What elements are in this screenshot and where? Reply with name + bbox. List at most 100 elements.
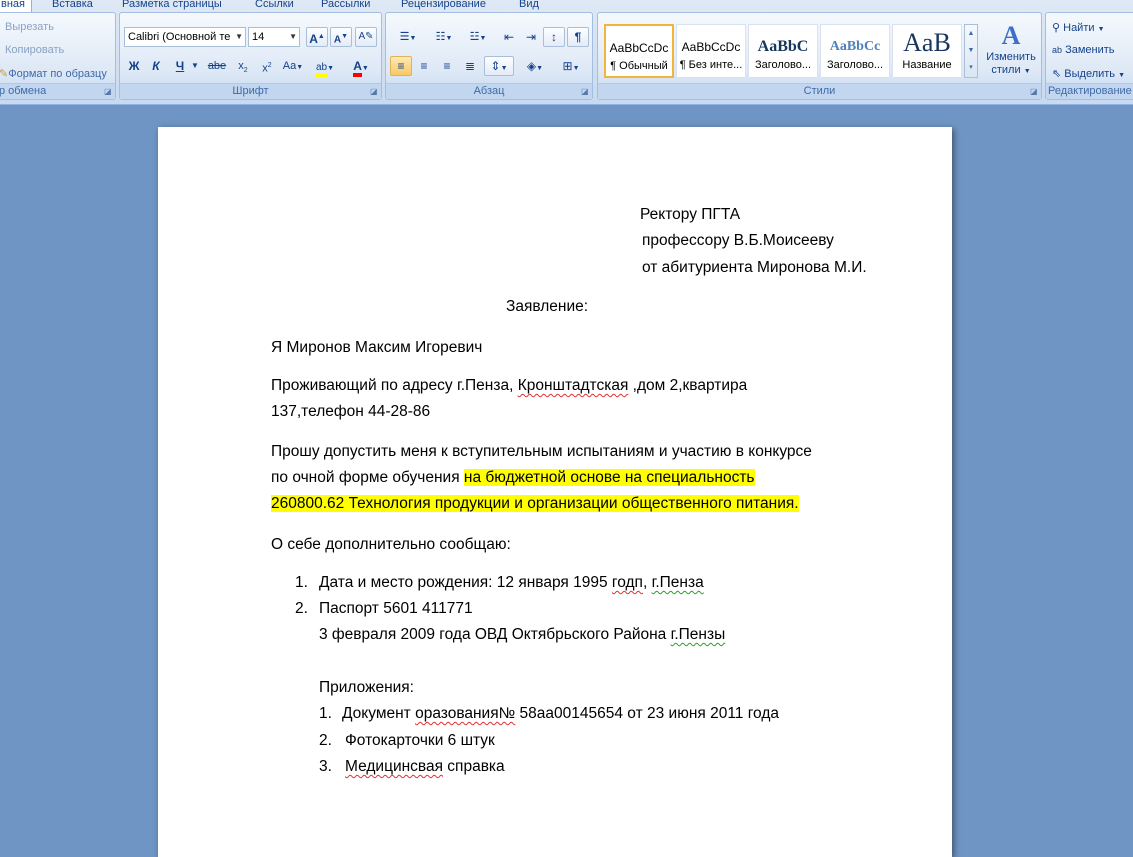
change-styles-button[interactable]: A Изменить стили ▼ [982,21,1040,83]
styles-group-label: Стили [598,83,1041,99]
superscript-button[interactable]: x2 [256,56,278,76]
tab-view[interactable]: Вид [519,0,539,12]
sender-line: от абитуриента Миронова М.И. [642,259,867,276]
cut-button[interactable]: Вырезать [5,21,54,33]
list-text: справка [443,758,505,775]
bold-button[interactable]: Ж [124,56,144,76]
format-painter-icon: ✎ [0,68,9,80]
editing-group-label: Редактирование [1046,83,1133,99]
list-number: 2. [319,732,332,749]
font-size-value: 14 [252,31,265,43]
style-heading-2[interactable]: AaBbCc Заголово... [820,24,890,78]
attachments-title: Приложения: [319,679,414,696]
replace-button[interactable]: ab Заменить [1052,44,1115,56]
about-line: О себе дополнительно сообщаю: [271,536,511,553]
pilcrow-icon[interactable]: ¶ [567,27,589,47]
font-color-button[interactable]: A▼ [346,56,376,77]
change-case-button[interactable]: Aa▼ [280,56,306,76]
tab-mailings[interactable]: Рассылки [321,0,370,12]
justify-icon[interactable]: ≣ [459,56,481,76]
dialog-launcher-icon[interactable]: ◪ [581,88,589,96]
tab-review[interactable]: Рецензирование [401,0,486,12]
strikethrough-button[interactable]: abe [204,56,230,76]
multilevel-list-icon[interactable]: ☳▼ [462,27,494,47]
chevron-down-icon[interactable]: ▼ [190,56,200,76]
format-painter-button[interactable]: ✎Формат по образцу [0,67,107,80]
borders-icon[interactable]: ⊞▼ [554,56,588,76]
shrink-font-button[interactable]: A▼ [330,27,352,47]
grow-font-button[interactable]: A▲ [306,27,328,47]
document-page[interactable]: Ректору ПГТА профессору В.Б.Моисееву от … [158,127,952,857]
dialog-launcher-icon[interactable]: ◪ [104,88,112,96]
increase-indent-icon[interactable]: ⇥ [520,27,542,47]
change-styles-label-2: стили [991,64,1021,76]
tab-insert[interactable]: Вставка [52,0,93,12]
font-size-select[interactable]: 14 ▼ [248,27,300,47]
bullets-icon[interactable]: ☰▼ [390,27,426,47]
tab-home[interactable]: вная [0,0,32,12]
align-right-icon[interactable]: ≡ [436,56,458,76]
font-name-select[interactable]: Calibri (Основной те ▼ [124,27,246,47]
address-text: ,дом 2,квартира [628,377,748,394]
request-line-2: по очной форме обучения на бюджетной осн… [271,468,755,488]
find-button[interactable]: ⚲ Найти ▼ [1052,21,1105,34]
style-title[interactable]: AaB Название [892,24,962,78]
chevron-down-icon: ▼ [289,32,297,41]
cursor-icon: ⇖ [1052,68,1062,80]
line-spacing-icon[interactable]: ⇕▼ [484,56,514,76]
italic-button[interactable]: К [146,56,166,76]
list-text: Паспорт 5601 411771 [319,600,473,617]
shading-icon[interactable]: ◈▼ [518,56,552,76]
dialog-launcher-icon[interactable]: ◪ [1030,88,1038,96]
style-no-spacing[interactable]: AaBbCcDc ¶ Без инте... [676,24,746,78]
misspelled-word: годп [611,574,643,591]
style-name: ¶ Обычный [610,60,668,72]
change-styles-icon: A [1001,21,1021,50]
font-color-icon: A [353,59,362,77]
decrease-indent-icon[interactable]: ⇤ [498,27,520,47]
misspelled-word: Кронштадтская [517,377,629,394]
style-sample: AaB [903,28,951,57]
style-name: ¶ Без инте... [679,59,743,71]
dialog-launcher-icon[interactable]: ◪ [370,88,378,96]
style-name: Название [902,59,952,71]
copy-button[interactable]: Копировать [5,44,64,56]
tab-references[interactable]: Ссылки [255,0,294,12]
align-center-icon[interactable]: ≡ [413,56,435,76]
request-line-1: Прошу допустить меня к вступительным исп… [271,443,812,460]
replace-icon: ab [1052,45,1063,55]
grammar-flagged-word: г.Пензы [670,626,726,643]
subscript-button[interactable]: x2 [232,56,254,76]
change-case-label: Aa [282,60,297,72]
clear-formatting-icon[interactable]: A✎ [355,27,377,47]
font-group-label: Шрифт [120,83,381,99]
style-normal[interactable]: AaBbCcDc ¶ Обычный [604,24,674,78]
paragraph-group: ☰▼ ☷▼ ☳▼ ⇤ ⇥ ↕ ¶ ≡ ≡ ≡ ≣ ⇕▼ ◈▼ ⊞▼ Абзац … [385,12,593,100]
styles-gallery-scroll[interactable]: ▲ ▼ ▾ [964,24,978,78]
recipient-line-1: Ректору ПГТА [640,206,741,223]
change-styles-label: Изменить [986,51,1036,63]
misspelled-word: Медицинсвая [345,758,443,775]
sort-icon[interactable]: ↕ [543,27,565,47]
style-name: Заголово... [754,59,812,71]
list-text: 58аа00145654 от 23 июня 2011 года [515,705,779,722]
chevron-down-icon: ▼ [235,32,243,41]
copy-label: Копировать [5,44,65,56]
select-label: Выделить [1064,68,1116,80]
highlighted-text: на бюджетной основе на специальность [463,469,755,486]
list-text: Дата и место рождения: 12 января 1995 [319,574,612,591]
list-item-2-continued: 3 февраля 2009 года ОВД Октябрьского Рай… [319,625,725,645]
style-heading-1[interactable]: AaBbC Заголово... [748,24,818,78]
address-line-1: Проживающий по адресу г.Пенза, Кронштадт… [271,376,747,396]
highlight-button[interactable]: ab▼ [310,56,340,77]
select-button[interactable]: ⇖ Выделить ▼ [1052,67,1125,80]
style-sample: AaBbC [757,38,809,55]
address-line-2: 137,телефон 44-28-86 [271,403,431,420]
align-left-icon[interactable]: ≡ [390,56,412,76]
underline-button[interactable]: Ч [170,56,190,76]
tab-page-layout[interactable]: Разметка страницы [122,0,222,12]
find-label: Найти [1063,22,1095,34]
replace-label: Заменить [1065,44,1115,56]
style-sample: AaBbCc [829,39,881,54]
numbering-icon[interactable]: ☷▼ [426,27,462,47]
